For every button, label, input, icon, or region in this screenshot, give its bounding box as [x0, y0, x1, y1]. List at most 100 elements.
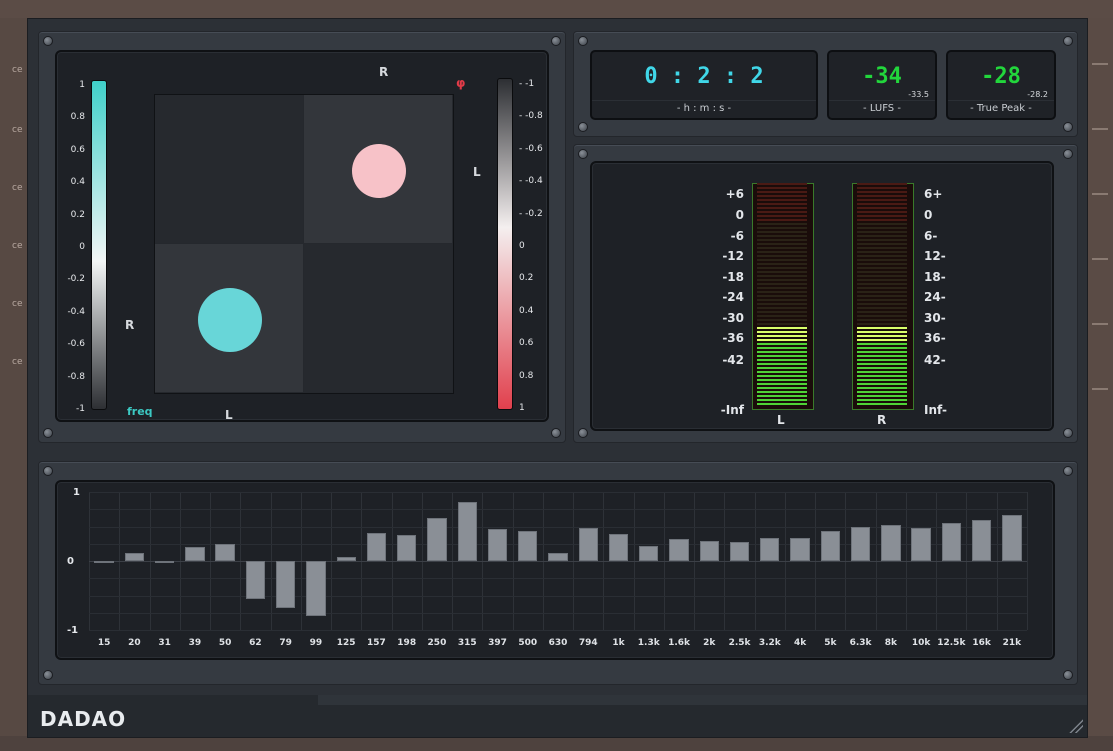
- meter-segment: [757, 379, 807, 381]
- spectrum-band-label: 8k: [884, 638, 897, 648]
- y-label-top: 1: [73, 487, 80, 498]
- right-scale-tick: 0.4: [519, 305, 534, 316]
- correlation-gradient-bar: [91, 80, 107, 410]
- time-value: 0 : 2 : 2: [644, 64, 764, 89]
- meter-segment: [757, 399, 807, 401]
- axis-label-bottom: L: [225, 408, 233, 422]
- meter-segment: [757, 235, 807, 237]
- true-peak-readout: -28 -28.2 - True Peak -: [946, 50, 1056, 120]
- meter-segment: [857, 219, 907, 221]
- left-scale-tick: 0.4: [70, 177, 85, 188]
- meter-segment: [757, 311, 807, 313]
- resize-handle-icon[interactable]: [1069, 719, 1083, 733]
- meter-scale-tick: 0: [735, 208, 744, 222]
- meter-segment: [857, 207, 907, 209]
- spectrum-bar: [275, 561, 296, 608]
- spectrum-bar: [790, 538, 810, 561]
- spectrum-band-label: 6.3k: [849, 638, 872, 648]
- vectorscope-grid: [154, 94, 454, 394]
- meter-segment: [757, 351, 807, 353]
- meter-segment: [757, 211, 807, 213]
- spectrum-grid: [89, 492, 1028, 631]
- spectrum-bar: [457, 501, 477, 561]
- meter-segment: [757, 215, 807, 217]
- meter-segment: [857, 359, 907, 361]
- spectrum-band-label: 2.5k: [728, 638, 751, 648]
- right-scale-tick: 0.8: [519, 370, 534, 381]
- right-channel-meter: [852, 183, 914, 410]
- meter-scale-tick: 12-: [924, 249, 946, 263]
- meter-segment: [757, 191, 807, 193]
- meter-segment: [757, 303, 807, 305]
- spectrum-bar: [427, 518, 447, 561]
- spectrum-bar: [639, 545, 659, 561]
- meter-segment: [757, 319, 807, 321]
- right-scale-tick: - -1: [519, 79, 535, 89]
- spectrum-band-label: 16k: [972, 638, 991, 648]
- phase-gradient-bar: [497, 78, 513, 410]
- meter-segment: [857, 291, 907, 293]
- meter-segment: [857, 367, 907, 369]
- spectrum-bar: [397, 535, 417, 561]
- left-meter-label: L: [777, 413, 785, 427]
- meter-segment: [857, 323, 907, 325]
- meter-segment: [857, 231, 907, 233]
- left-scale-tick: -1: [76, 404, 85, 414]
- meter-segment: [757, 323, 807, 325]
- meter-scale-tick: -Inf: [720, 403, 744, 417]
- meter-segment: [857, 347, 907, 349]
- meter-segment: [857, 191, 907, 193]
- spectrum-band-label: 198: [397, 638, 417, 648]
- spectrum-band-label: 315: [457, 638, 477, 648]
- meter-segment: [757, 267, 807, 269]
- spectrum-band-label: 21k: [1002, 638, 1022, 648]
- meter-segment: [757, 279, 807, 281]
- spectrum-panel: 1 0 -1 15 20 31 39 50 62 79 99 125 157 198 250 315 39…: [38, 461, 1078, 685]
- spectrum-bar: [487, 528, 508, 561]
- meter-segment: [857, 403, 907, 405]
- meter-segment: [757, 203, 807, 205]
- meter-segment: [757, 263, 807, 265]
- meter-segment: [857, 371, 907, 373]
- meter-segment: [857, 271, 907, 273]
- meter-segment: [757, 383, 807, 385]
- host-track-label: ce: [12, 241, 23, 251]
- spectrum-bar: [215, 544, 235, 561]
- spectrum-bar: [971, 519, 992, 561]
- spectrum-band-label: 99: [309, 638, 323, 648]
- spectrum-band-label: 62: [249, 638, 262, 648]
- spectrum-bar: [729, 541, 750, 561]
- spectrum-gridline: [89, 595, 1027, 597]
- host-footer: [0, 736, 1113, 751]
- vectorscope-display: 1 0.8 0.6 0.4 0.2 0 -0.2 -0.4 -0.6 -0.8 -1 - -1 - -…: [55, 50, 549, 422]
- spectrum-bar: [518, 531, 538, 561]
- vectorscope-panel: 1 0.8 0.6 0.4 0.2 0 -0.2 -0.4 -0.6 -0.8 -1 - -1 - -…: [38, 31, 566, 443]
- spectrum-gridline: [89, 578, 1027, 580]
- spectrum-band-label: 500: [518, 638, 538, 648]
- meter-segment: [857, 183, 907, 185]
- left-scale-tick: 0.2: [70, 209, 85, 220]
- plugin-footer: [28, 695, 1087, 737]
- spectrum-bar: [881, 525, 901, 561]
- spectrum-gridline: [89, 561, 1027, 562]
- meter-segment: [857, 255, 907, 257]
- freq-toggle[interactable]: freq: [127, 405, 153, 418]
- true-peak-value: -28: [981, 64, 1021, 89]
- meter-segment: [757, 375, 807, 377]
- meter-segment: [857, 243, 907, 245]
- meter-segment: [757, 331, 807, 333]
- left-scale-tick: 0.8: [70, 112, 85, 123]
- meter-segment: [757, 339, 807, 341]
- meter-segment: [757, 247, 807, 249]
- left-scale-tick: -0.6: [67, 339, 85, 350]
- spectrum-bar: [306, 561, 326, 617]
- meter-scale-tick: 6-: [924, 229, 938, 243]
- meter-display: +6 0 -6 -12 -18 -24 -30 -36 -42 -Inf 6+ 0 6- 12- 18- 2…: [590, 161, 1054, 431]
- right-scale-tick: 1: [519, 403, 525, 413]
- spectrum-band-label: 10k: [911, 638, 931, 648]
- spectrum-bar: [124, 552, 145, 561]
- meter-segment: [757, 275, 807, 277]
- meter-scale-tick: -24: [722, 290, 744, 304]
- meter-segment: [757, 223, 807, 225]
- meter-segment: [857, 399, 907, 401]
